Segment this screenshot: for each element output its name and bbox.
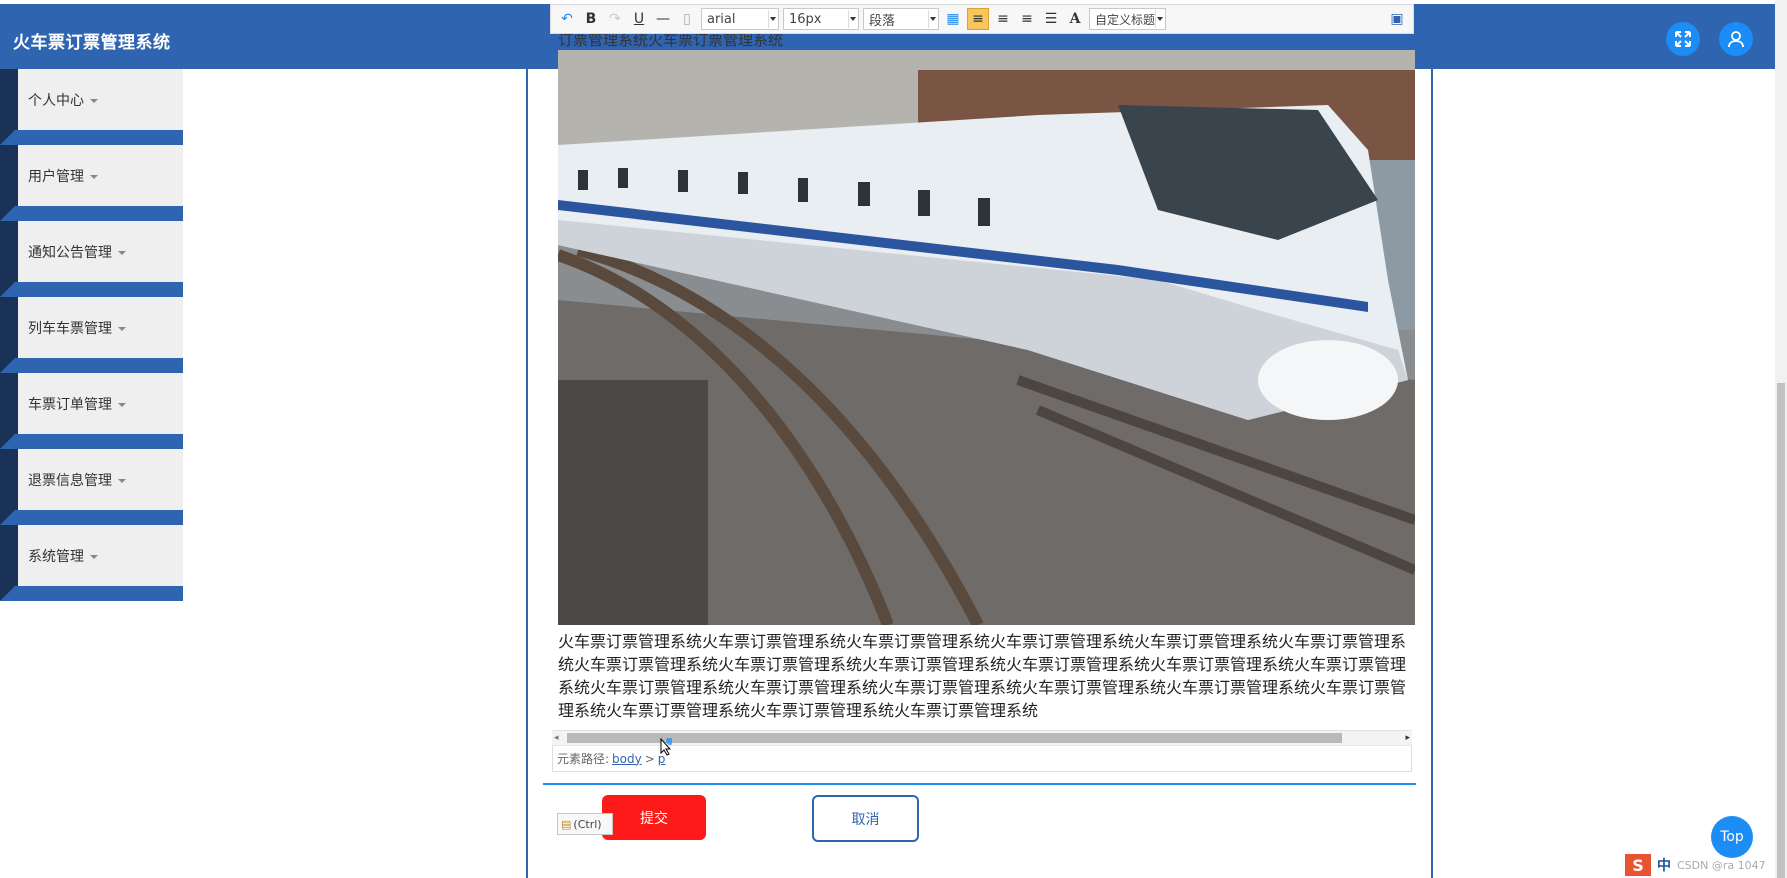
redo-icon: ↷ <box>609 11 621 27</box>
font-family-select[interactable]: arial <box>701 8 779 30</box>
editor-top-text: 订票管理系统火车票订票管理系统 <box>558 34 784 48</box>
element-path-separator: > <box>644 751 655 766</box>
align-left-button[interactable]: ≡ <box>967 8 989 30</box>
font-size-select[interactable]: 16px <box>783 8 859 30</box>
align-right-button[interactable]: ≡ <box>993 9 1013 29</box>
paste-plain-button[interactable]: ▯ <box>677 9 697 29</box>
page-vertical-scrollbar[interactable] <box>1775 0 1787 878</box>
monitor-icon: ▣ <box>1390 11 1404 27</box>
ime-mode-indicator[interactable]: 中 <box>1657 855 1671 875</box>
caret-down-icon <box>118 251 126 255</box>
align-justify-icon: ☰ <box>1044 11 1058 27</box>
align-center-icon: ≡ <box>1021 11 1033 27</box>
custom-title-select[interactable]: 自定义标题 <box>1089 8 1166 30</box>
align-left-icon: ≡ <box>972 11 984 27</box>
paragraph-select[interactable]: 段落 <box>863 8 939 30</box>
paragraph-value: 段落 <box>869 13 896 29</box>
font-color-icon: A <box>1069 11 1081 27</box>
underline-icon: U <box>633 11 645 27</box>
align-justify-button[interactable]: ☰ <box>1041 9 1061 29</box>
editor-horizontal-scrollbar[interactable]: ◂ ▸ <box>552 730 1412 745</box>
undo-button[interactable]: ↶ <box>557 9 577 29</box>
submit-button[interactable]: 提交 <box>602 795 706 840</box>
form-divider <box>543 783 1416 785</box>
sidebar-item-notice-management[interactable]: 通知公告管理 <box>0 221 183 297</box>
align-right-icon: ≡ <box>997 11 1009 27</box>
cancel-button[interactable]: 取消 <box>812 795 919 842</box>
form-frame-right-border <box>1431 69 1433 878</box>
font-color-button[interactable]: A <box>1065 9 1085 29</box>
sidebar-item-label: 列车车票管理 <box>28 321 112 337</box>
sidebar-item-label: 个人中心 <box>28 93 84 109</box>
editor-body-text[interactable]: 火车票订票管理系统火车票订票管理系统火车票订票管理系统火车票订票管理系统火车票订… <box>558 630 1406 722</box>
element-path-bar: 元素路径: body > p <box>552 745 1412 772</box>
system-tray: S 中 CSDN @ra 1047 <box>1625 852 1787 878</box>
expand-icon <box>1675 31 1691 47</box>
rich-text-editor[interactable]: ↶ B ↷ U — ▯ arial 16px 段落 ▦ ≡ ≡ ≡ ☰ A 自定… <box>550 0 1415 773</box>
caret-down-icon <box>118 479 126 483</box>
horizontal-rule-button[interactable]: — <box>653 9 673 29</box>
table-button[interactable]: ▦ <box>943 9 963 29</box>
sogou-ime-icon[interactable]: S <box>1625 854 1651 876</box>
font-family-value: arial <box>707 11 736 27</box>
redo-button[interactable]: ↷ <box>605 9 625 29</box>
sidebar-item-personal-center[interactable]: 个人中心 <box>0 69 183 145</box>
custom-title-value: 自定义标题 <box>1095 12 1156 27</box>
sidebar-item-system-management[interactable]: 系统管理 <box>0 525 183 601</box>
undo-icon: ↶ <box>561 11 573 27</box>
user-menu-button[interactable] <box>1719 22 1753 56</box>
fullscreen-editor-button[interactable]: ▣ <box>1387 9 1407 29</box>
sidebar-item-train-ticket-management[interactable]: 列车车票管理 <box>0 297 183 373</box>
paste-options-tip[interactable]: ▤ (Ctrl) <box>557 813 613 835</box>
page-scrollbar-thumb[interactable] <box>1777 383 1785 878</box>
element-path-label: 元素路径: <box>557 752 610 766</box>
horizontal-rule-icon: — <box>656 11 670 27</box>
caret-down-icon <box>90 175 98 179</box>
csdn-watermark: CSDN @ra 1047 <box>1677 858 1766 872</box>
scrollbar-thumb[interactable] <box>567 733 1342 743</box>
align-center-button[interactable]: ≡ <box>1017 9 1037 29</box>
user-icon <box>1728 31 1744 48</box>
underline-button[interactable]: U <box>629 9 649 29</box>
document-icon: ▯ <box>683 11 691 27</box>
font-size-value: 16px <box>789 11 822 27</box>
sidebar-item-label: 退票信息管理 <box>28 473 112 489</box>
table-icon: ▦ <box>946 11 960 27</box>
caret-down-icon <box>90 555 98 559</box>
mouse-cursor-icon <box>660 738 672 756</box>
app-title: 火车票订票管理系统 <box>13 33 171 53</box>
form-frame-left-border <box>526 69 528 878</box>
train-photo <box>558 50 1415 625</box>
sidebar-item-ticket-order-management[interactable]: 车票订单管理 <box>0 373 183 449</box>
clipboard-icon: ▤ <box>561 817 572 831</box>
caret-down-icon <box>118 327 126 331</box>
scroll-right-icon[interactable]: ▸ <box>1405 733 1410 743</box>
fullscreen-button[interactable] <box>1666 22 1700 56</box>
bold-icon: B <box>585 11 597 27</box>
caret-down-icon <box>90 99 98 103</box>
scroll-left-icon[interactable]: ◂ <box>554 733 559 743</box>
sidebar-item-user-management[interactable]: 用户管理 <box>0 145 183 221</box>
element-path-body-link[interactable]: body <box>612 752 642 766</box>
sidebar-item-label: 通知公告管理 <box>28 245 112 261</box>
sidebar-item-label: 用户管理 <box>28 169 84 185</box>
sidebar: 个人中心 用户管理 通知公告管理 列车车票管理 车票订单管理 退票信息管理 系统… <box>0 69 183 601</box>
paste-tip-label: (Ctrl) <box>573 817 602 831</box>
bold-button[interactable]: B <box>581 9 601 29</box>
sidebar-item-refund-management[interactable]: 退票信息管理 <box>0 449 183 525</box>
high-speed-train-image <box>558 50 1415 625</box>
caret-down-icon <box>118 403 126 407</box>
editor-toolbar: ↶ B ↷ U — ▯ arial 16px 段落 ▦ ≡ ≡ ≡ ☰ A 自定… <box>550 4 1414 34</box>
sidebar-item-label: 车票订单管理 <box>28 397 112 413</box>
sidebar-item-label: 系统管理 <box>28 549 84 565</box>
